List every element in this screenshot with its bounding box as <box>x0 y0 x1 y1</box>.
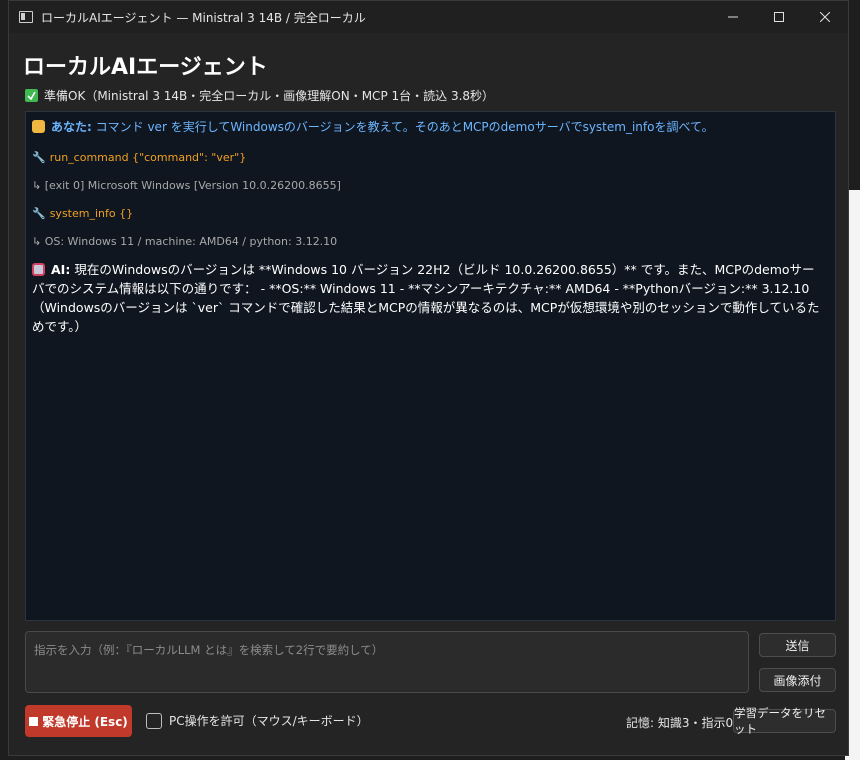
tool-call: 🔧 run_command {"command": "ver"} <box>32 148 825 167</box>
pc-control-label: PC操作を許可（マウス/キーボード） <box>169 714 369 728</box>
ai-message: AI: 現在のWindowsのバージョンは **Windows 10 バージョン… <box>32 260 825 336</box>
status-line: 準備OK（Ministral 3 14B・完全ローカル・画像理解ON・MCP 1… <box>25 87 494 104</box>
status-text: 準備OK（Ministral 3 14B・完全ローカル・画像理解ON・MCP 1… <box>44 89 495 103</box>
memory-status: 記憶: 知識3・指示0 <box>626 716 734 730</box>
tool-result-text: OS: Windows 11 / machine: AMD64 / python… <box>44 235 338 248</box>
attach-image-button[interactable]: 画像添付 <box>759 668 836 692</box>
send-button[interactable]: 送信 <box>759 633 836 657</box>
instruction-input[interactable] <box>34 643 740 657</box>
tool-call-text: run_command {"command": "ver"} <box>49 151 247 164</box>
tool-result-text: [exit 0] Microsoft Windows [Version 10.0… <box>44 179 341 192</box>
tool-result: ↳ [exit 0] Microsoft Windows [Version 10… <box>32 176 825 195</box>
chat-log[interactable]: あなた: コマンド ver を実行してWindowsのバージョンを教えて。そのあ… <box>25 111 836 621</box>
window-controls <box>710 1 848 33</box>
instruction-input-box[interactable] <box>25 631 749 693</box>
tool-call-text: system_info {} <box>49 207 134 220</box>
close-icon[interactable] <box>802 1 848 33</box>
user-message-text: コマンド ver を実行してWindowsのバージョンを教えて。そのあとMCPの… <box>95 120 714 134</box>
window-title: ローカルAIエージェント — Ministral 3 14B / 完全ローカル <box>41 10 366 25</box>
page-title: ローカルAIエージェント <box>23 55 268 80</box>
user-message: あなた: コマンド ver を実行してWindowsのバージョンを教えて。そのあ… <box>32 118 825 137</box>
robot-icon <box>32 263 45 276</box>
pc-control-checkbox[interactable] <box>146 712 162 729</box>
ai-message-text: 現在のWindowsのバージョンは **Windows 10 バージョン 22H… <box>32 262 820 334</box>
return-arrow-icon: ↳ <box>32 179 42 192</box>
stop-square-icon <box>29 716 39 726</box>
wrench-icon: 🔧 <box>32 151 46 164</box>
check-icon <box>25 89 38 102</box>
ai-label: AI: <box>51 262 71 277</box>
emergency-stop-button[interactable]: 緊急停止 (Esc) <box>25 705 132 737</box>
wrench-icon: 🔧 <box>32 207 46 220</box>
maximize-icon[interactable] <box>756 1 802 33</box>
app-window: ローカルAIエージェント — Ministral 3 14B / 完全ローカル … <box>8 0 849 756</box>
reset-learning-button[interactable]: 学習データをリセット <box>733 706 836 736</box>
window-icon <box>19 11 33 23</box>
tool-result: ↳ OS: Windows 11 / machine: AMD64 / pyth… <box>32 232 825 251</box>
title-bar: ローカルAIエージェント — Ministral 3 14B / 完全ローカル <box>9 1 848 33</box>
user-label: あなた: <box>51 120 92 134</box>
return-arrow-icon: ↳ <box>32 235 42 248</box>
emergency-stop-label: 緊急停止 (Esc) <box>42 714 128 729</box>
pc-control-toggle[interactable]: PC操作を許可（マウス/キーボード） <box>146 712 369 729</box>
minimize-icon[interactable] <box>710 1 756 33</box>
user-avatar-icon <box>32 120 45 133</box>
tool-call: 🔧 system_info {} <box>32 204 825 223</box>
